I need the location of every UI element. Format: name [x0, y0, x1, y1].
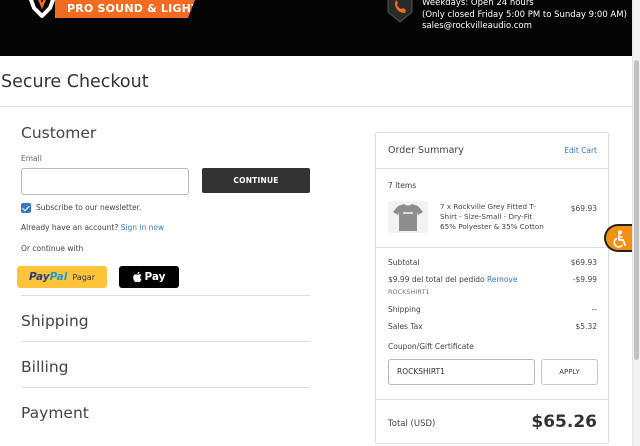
account-prompt: Already have an account? — [21, 223, 119, 232]
apple-pay-text: Pay — [144, 271, 166, 283]
scrollbar-thumb[interactable] — [634, 60, 639, 360]
discount-code: ROCKSHIRT1 — [388, 288, 430, 296]
paypal-pal-text: Pal — [49, 271, 68, 283]
discount-row: $9.99 del total del pedido Remove — [388, 275, 517, 284]
hours-line-1: Weekdays: Open 24 hours — [422, 0, 534, 8]
discount-label: $9.99 del total del pedido — [388, 275, 485, 284]
sign-in-link[interactable]: Sign in now — [121, 223, 164, 232]
sign-in-prompt: Already have an account? Sign in now — [21, 223, 164, 232]
apply-coupon-button[interactable]: APPLY — [541, 359, 598, 385]
newsletter-label: Subscribe to our newsletter. — [36, 203, 142, 212]
shipping-value: -- — [591, 305, 597, 314]
paypal-button[interactable]: Pay Pal Pagar — [17, 266, 107, 288]
newsletter-subscribe[interactable]: Subscribe to our newsletter. — [21, 202, 141, 213]
or-continue-label: Or continue with — [21, 244, 84, 253]
title-divider — [0, 106, 632, 107]
page-title: Secure Checkout — [1, 72, 149, 92]
checkout-page: PRO SOUND & LIGHTING Weekdays: Open 24 h… — [0, 0, 640, 446]
apple-pay-button[interactable]: Pay — [119, 266, 179, 288]
accessibility-icon — [613, 230, 626, 248]
subtotal-value: $69.93 — [570, 258, 597, 267]
contact-email[interactable]: sales@rockvilleaudio.com — [422, 21, 627, 33]
store-hours: Weekdays: Open 24 hours (Only closed Fri… — [422, 0, 627, 33]
accessibility-button[interactable] — [604, 224, 632, 252]
email-label: Email — [21, 154, 42, 163]
sales-tax-value: $5.32 — [575, 322, 597, 331]
total-value: $65.26 — [531, 412, 597, 432]
order-summary-panel: Order Summary Edit Cart 7 Items 7 x Rock… — [375, 132, 609, 444]
billing-step-title[interactable]: Billing — [21, 358, 69, 376]
subtotal-label: Subtotal — [388, 258, 420, 267]
payment-step-title[interactable]: Payment — [21, 404, 89, 422]
shipping-label: Shipping — [388, 305, 421, 314]
continue-button[interactable]: CONTINUE — [202, 168, 310, 193]
clock-badge-icon — [387, 0, 413, 23]
site-header: PRO SOUND & LIGHTING Weekdays: Open 24 h… — [0, 0, 632, 56]
sales-tax-label: Sales Tax — [388, 322, 423, 331]
customer-section-title: Customer — [21, 124, 97, 142]
edit-cart-link[interactable]: Edit Cart — [564, 146, 597, 155]
item-description: 7 x Rockville Grey Fitted T-Shirt - Size… — [440, 202, 544, 231]
remove-discount-link[interactable]: Remove — [487, 275, 517, 284]
step-divider — [21, 341, 310, 342]
summary-divider — [376, 399, 608, 400]
newsletter-checkbox[interactable] — [21, 202, 31, 213]
paypal-pay-text: Pay — [29, 271, 50, 283]
discount-value: -$9.99 — [572, 275, 597, 284]
product-thumbnail[interactable] — [388, 201, 428, 233]
summary-divider — [376, 168, 608, 169]
paypal-pagar-text: Pagar — [72, 272, 95, 282]
total-label: Total (USD) — [388, 419, 436, 429]
summary-divider — [376, 247, 608, 248]
apple-icon — [133, 271, 142, 283]
coupon-field[interactable]: ROCKSHIRT1 — [388, 359, 535, 385]
step-divider — [21, 295, 310, 296]
email-field[interactable] — [21, 168, 189, 195]
hours-line-2: (Only closed Friday 5:00 PM to Sunday 9:… — [422, 9, 627, 20]
page-scrollbar[interactable] — [632, 0, 640, 446]
step-divider — [21, 387, 310, 388]
coupon-label: Coupon/Gift Certificate — [388, 342, 474, 351]
items-count: 7 Items — [388, 181, 417, 190]
logo-tagline-banner: PRO SOUND & LIGHTING — [55, 0, 195, 18]
shipping-step-title[interactable]: Shipping — [21, 312, 89, 330]
item-price: $69.93 — [570, 204, 597, 213]
order-summary-title: Order Summary — [388, 145, 464, 156]
logo-tagline: PRO SOUND & LIGHTING — [67, 2, 222, 15]
